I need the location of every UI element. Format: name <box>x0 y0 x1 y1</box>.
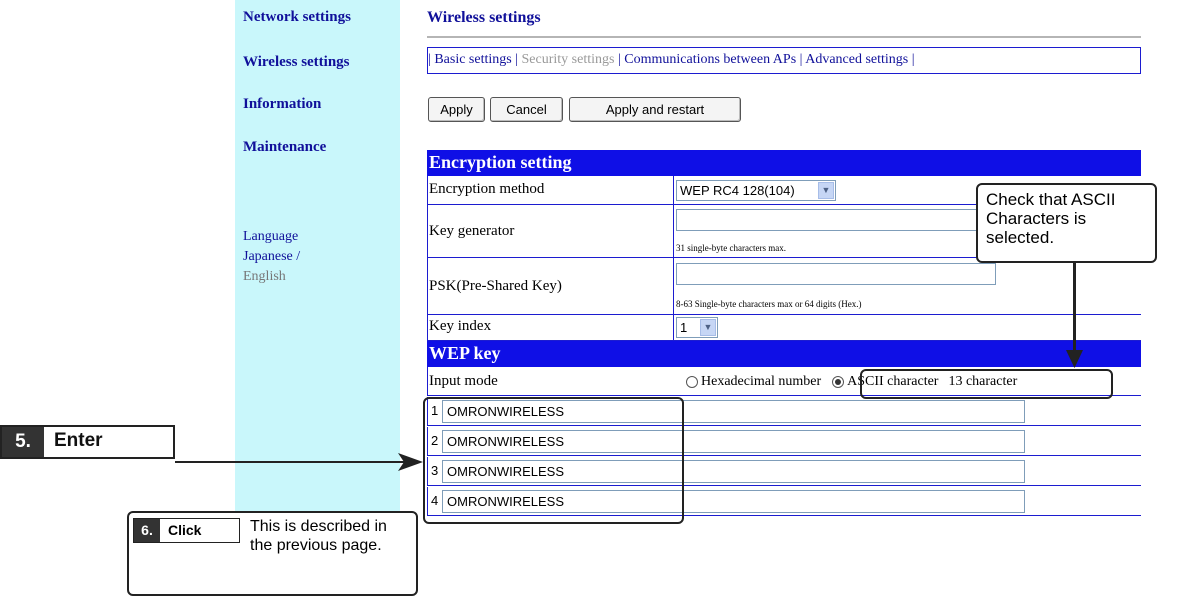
apply-button[interactable]: Apply <box>428 97 485 122</box>
encryption-method-label: Encryption method <box>429 181 545 197</box>
key-generator-input[interactable] <box>676 209 996 231</box>
language-selector: Language Japanese / English <box>243 227 300 287</box>
psk-hint: 8-63 Single-byte characters max or 64 di… <box>676 299 862 309</box>
column-divider <box>673 176 674 204</box>
arrow-right-icon <box>398 453 423 471</box>
chevron-down-icon: ▼ <box>700 319 716 336</box>
language-label: Language <box>243 229 299 244</box>
key-generator-label: Key generator <box>429 223 515 239</box>
hex-radio-label: Hexadecimal number <box>701 374 822 389</box>
encryption-method-value: WEP RC4 128(104) <box>680 183 795 198</box>
tab-basic-settings[interactable]: Basic settings <box>434 52 511 67</box>
wep-key-section-header: WEP key <box>427 341 1141 367</box>
tab-advanced-settings[interactable]: Advanced settings <box>805 52 908 67</box>
column-divider <box>673 315 674 340</box>
subnav-separator: | <box>428 52 431 67</box>
sub-navigation: | Basic settings | Security settings | C… <box>427 47 1141 74</box>
language-japanese-link[interactable]: Japanese <box>243 249 293 264</box>
sidebar-item-wireless-settings[interactable]: Wireless settings <box>243 54 350 71</box>
key-index-row: Key index 1 ▼ <box>427 315 1141 341</box>
ascii-note-text: Check that ASCII Characters is selected. <box>986 190 1116 247</box>
hex-radio-option[interactable]: Hexadecimal number <box>686 374 821 389</box>
encryption-method-select[interactable]: WEP RC4 128(104) ▼ <box>676 180 836 201</box>
psk-row: PSK(Pre-Shared Key) 8-63 Single-byte cha… <box>427 258 1141 315</box>
sidebar: Network settings Wireless settings Infor… <box>235 0 400 555</box>
psk-input[interactable] <box>676 263 996 285</box>
step6-text: This is described in the previous page. <box>250 518 387 554</box>
ascii-highlight-box <box>860 369 1113 399</box>
psk-label: PSK(Pre-Shared Key) <box>429 278 562 294</box>
subnav-separator: | <box>515 52 519 67</box>
step5-word: Enter <box>54 430 103 451</box>
step6-callout: 6. Click This is described in the previo… <box>127 511 418 596</box>
subnav-separator: | <box>911 52 915 67</box>
step6-badge: 6. Click <box>133 518 240 543</box>
sidebar-item-network-settings[interactable]: Network settings <box>243 9 351 26</box>
wep-keys-highlight-box <box>423 397 684 524</box>
chevron-down-icon: ▼ <box>818 182 834 199</box>
sidebar-item-information[interactable]: Information <box>243 96 321 113</box>
page-title: Wireless settings <box>427 9 541 26</box>
subnav-separator: | <box>617 52 621 67</box>
step5-label: 5. Enter <box>0 425 175 459</box>
title-divider <box>427 36 1141 38</box>
step5-number: 5. <box>2 427 44 457</box>
column-divider <box>673 258 674 314</box>
language-english: English <box>243 269 286 284</box>
arrow-down-icon <box>1066 350 1083 368</box>
input-mode-label: Input mode <box>429 373 498 389</box>
step6-number: 6. <box>134 519 160 542</box>
step5-connector-line <box>175 461 411 463</box>
key-index-label: Key index <box>429 318 492 334</box>
radio-unselected-icon <box>686 375 698 388</box>
encryption-section-header: Encryption setting <box>427 150 1141 176</box>
ascii-note-callout: Check that ASCII Characters is selected. <box>976 183 1157 263</box>
callout-connector-line <box>1073 263 1076 356</box>
sidebar-item-maintenance[interactable]: Maintenance <box>243 139 326 156</box>
subnav-separator: | <box>799 52 803 67</box>
cancel-button[interactable]: Cancel <box>490 97 563 122</box>
key-index-value: 1 <box>680 320 688 335</box>
key-index-select[interactable]: 1 ▼ <box>676 317 718 338</box>
tab-communications-between-aps[interactable]: Communications between APs <box>624 52 796 67</box>
step6-word: Click <box>168 522 202 538</box>
key-generator-hint: 31 single-byte characters max. <box>676 243 786 253</box>
apply-and-restart-button[interactable]: Apply and restart <box>569 97 741 122</box>
tab-security-settings[interactable]: Security settings <box>522 52 615 67</box>
language-separator: / <box>292 249 301 264</box>
column-divider <box>673 205 674 257</box>
connector-spacer <box>175 442 177 462</box>
radio-selected-icon <box>832 375 845 388</box>
